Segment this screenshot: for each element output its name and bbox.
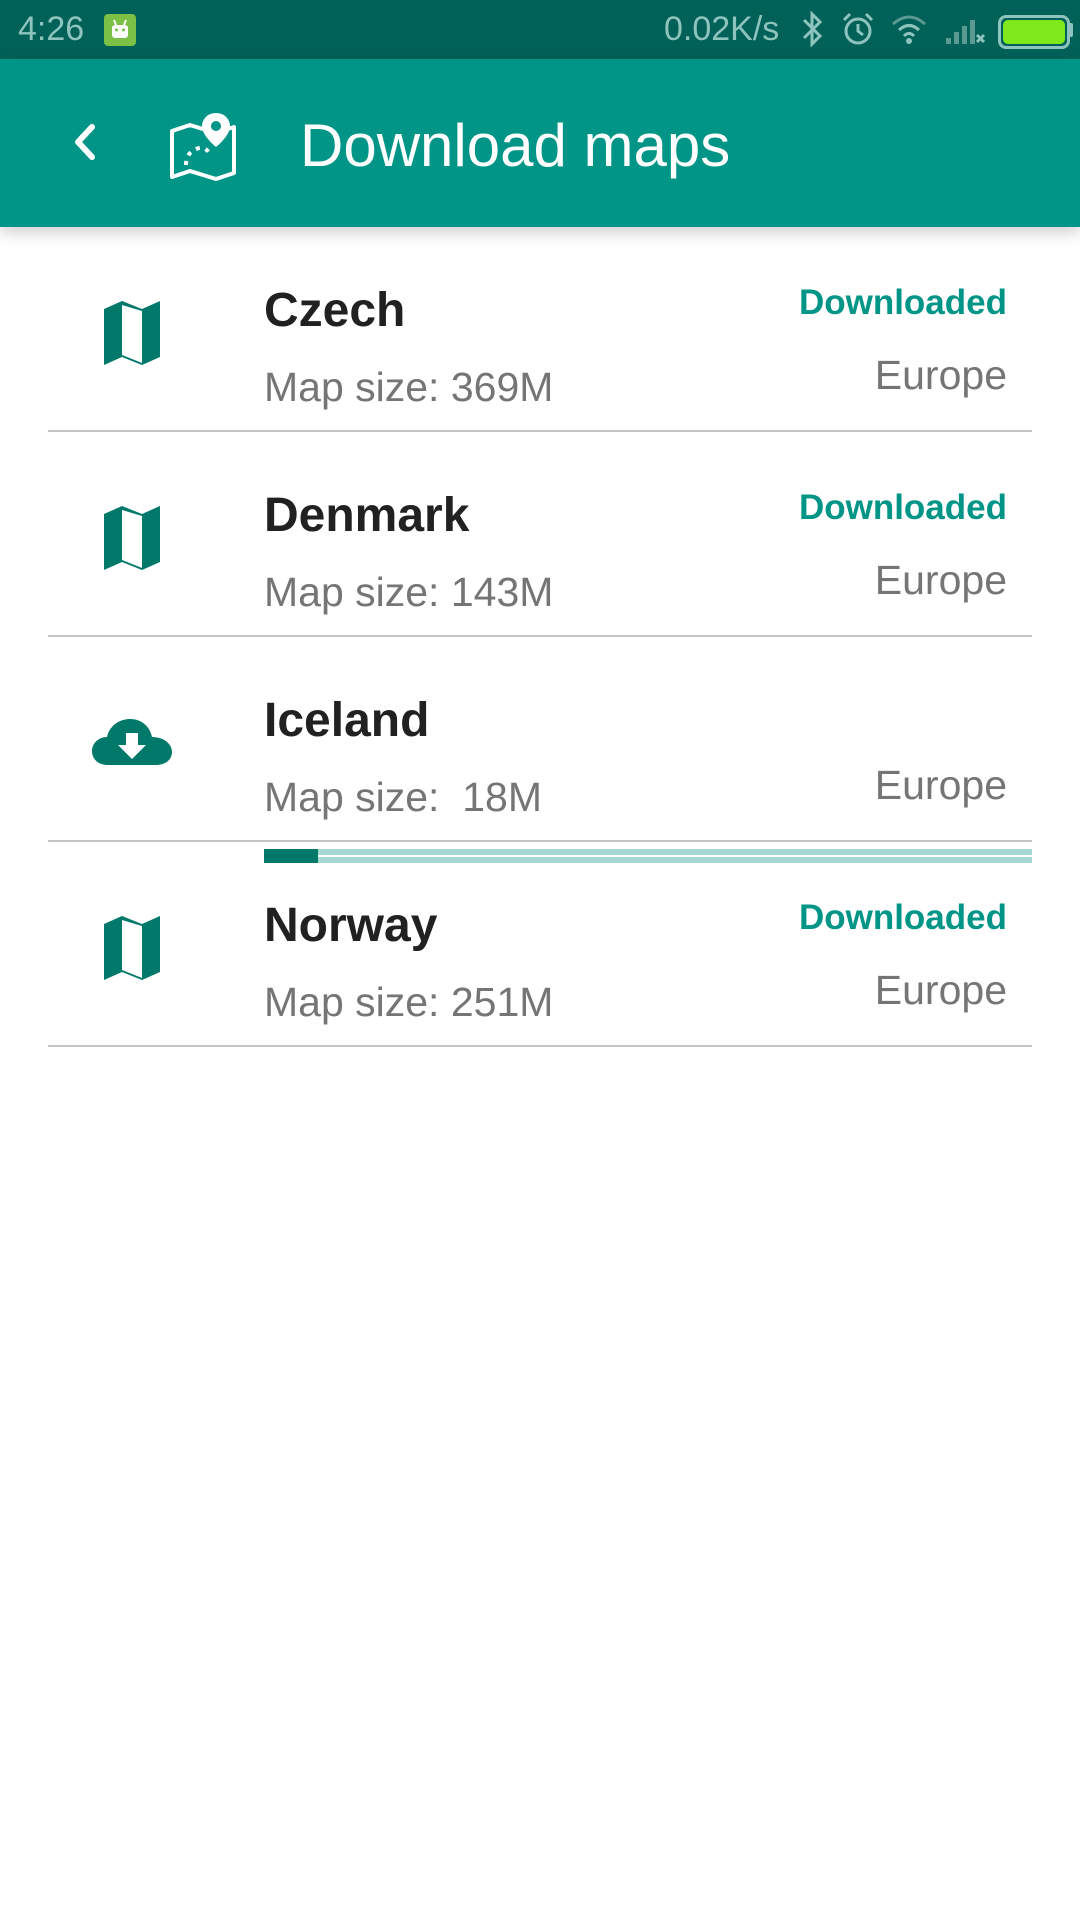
map-size: Map size: 251M bbox=[264, 979, 554, 1025]
progress-track-line bbox=[264, 855, 1032, 857]
map-size: Map size: 143M bbox=[264, 569, 554, 615]
page-title: Download maps bbox=[300, 112, 731, 179]
back-button[interactable] bbox=[50, 107, 120, 177]
map-region: Europe bbox=[874, 352, 1007, 398]
cloud-download-icon[interactable] bbox=[88, 707, 176, 779]
chevron-left-icon bbox=[75, 124, 95, 160]
status-time: 4:26 bbox=[18, 10, 85, 48]
map-name: Czech bbox=[264, 284, 406, 337]
map-name: Norway bbox=[264, 899, 438, 952]
list-item[interactable]: Czech Map size: 369M Downloaded Europe bbox=[0, 227, 1080, 432]
wifi-icon bbox=[890, 10, 928, 48]
map-list: Czech Map size: 369M Downloaded Europe D… bbox=[0, 227, 1080, 1047]
network-speed: 0.02K/s bbox=[664, 10, 780, 48]
map-pin-icon bbox=[170, 113, 236, 181]
map-size: Map size: 18M bbox=[264, 774, 542, 820]
map-region: Europe bbox=[874, 557, 1007, 603]
list-item[interactable]: Iceland Map size: 18M Europe bbox=[0, 637, 1080, 842]
divider bbox=[48, 1045, 1032, 1047]
map-name: Denmark bbox=[264, 489, 470, 542]
map-region: Europe bbox=[874, 967, 1007, 1013]
bluetooth-icon bbox=[800, 10, 824, 48]
map-size: Map size: 369M bbox=[264, 364, 554, 410]
status-badge: Downloaded bbox=[798, 283, 1007, 322]
battery-level bbox=[1003, 20, 1065, 44]
status-bar: 4:26 0.02K/s bbox=[0, 0, 1080, 59]
android-notification-icon bbox=[104, 14, 136, 46]
progress-fill bbox=[264, 849, 318, 863]
status-badge: Downloaded bbox=[798, 488, 1007, 527]
cell-signal-icon bbox=[944, 10, 988, 48]
map-icon bbox=[88, 912, 176, 984]
status-badge: Downloaded bbox=[798, 898, 1007, 937]
map-name: Iceland bbox=[264, 694, 430, 747]
app-bar: Download maps bbox=[0, 59, 1080, 227]
map-icon bbox=[88, 297, 176, 369]
map-icon bbox=[88, 502, 176, 574]
app-logo bbox=[166, 109, 240, 183]
battery-icon bbox=[998, 15, 1070, 49]
download-progress-bar bbox=[264, 849, 1032, 863]
list-item[interactable]: Denmark Map size: 143M Downloaded Europe bbox=[0, 432, 1080, 637]
alarm-icon bbox=[840, 10, 876, 48]
list-item[interactable]: Norway Map size: 251M Downloaded Europe bbox=[0, 842, 1080, 1047]
map-region: Europe bbox=[874, 762, 1007, 808]
battery-tip bbox=[1069, 23, 1073, 37]
